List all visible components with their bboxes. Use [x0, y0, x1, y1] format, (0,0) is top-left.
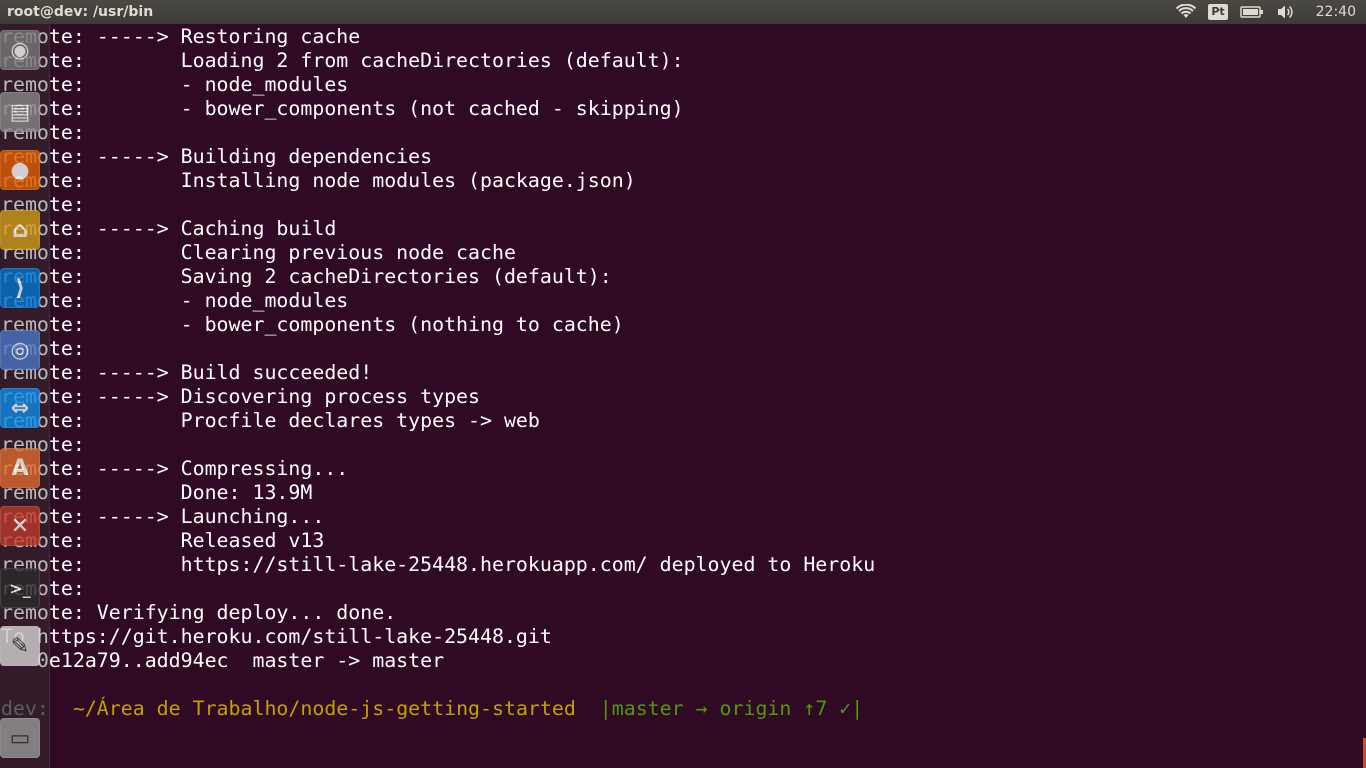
terminal-line: remote: Saving 2 cacheDirectories (defau… — [1, 265, 612, 288]
window-title: root@dev: /usr/bin — [7, 4, 154, 20]
clock[interactable]: 22:40 — [1316, 4, 1356, 20]
prompt-spacer — [49, 697, 73, 720]
files-icon[interactable]: ▤ — [0, 92, 40, 132]
terminal-output[interactable]: remote: -----> Restoring cache remote: Lo… — [1, 25, 875, 721]
prompt-spacer — [576, 697, 600, 720]
wifi-icon[interactable] — [1176, 4, 1197, 20]
terminal-line: remote: -----> Restoring cache — [1, 25, 361, 48]
terminal-line: remote: - bower_components (nothing to c… — [1, 313, 624, 336]
prompt-path: ~/Área de Trabalho/node-js-getting-start… — [72, 697, 576, 720]
terminal-line: remote: — [1, 433, 85, 456]
terminal-line: remote: -----> Launching... — [1, 505, 325, 528]
terminal-line: remote: — [1, 337, 85, 360]
terminal-line: remote: Procfile declares types -> web — [1, 409, 540, 432]
terminal-line: remote: - bower_components (not cached -… — [1, 97, 684, 120]
terminal-line: remote: — [1, 193, 85, 216]
terminal-line: remote: - node_modules — [1, 73, 349, 96]
terminal-line: remote: Verifying deploy... done. — [1, 601, 397, 624]
terminal-line: remote: https://still-lake-25448.herokua… — [1, 553, 876, 576]
top-panel: root@dev: /usr/bin Pt 22:40 — [0, 0, 1366, 24]
system-tray: Pt 22:40 — [1176, 0, 1356, 24]
broom-icon[interactable]: ⌂ — [0, 210, 40, 250]
teamviewer-icon[interactable]: ⇔ — [0, 388, 40, 428]
volume-icon[interactable] — [1276, 4, 1296, 20]
terminal-line: remote: - node_modules — [1, 289, 349, 312]
terminal-line: remote: Installing node modules (package… — [1, 169, 636, 192]
terminal-line: remote: -----> Build succeeded! — [1, 361, 373, 384]
software-center-icon[interactable]: A — [0, 448, 40, 488]
terminal-line: remote: -----> Discovering process types — [1, 385, 481, 408]
terminal-line: remote: -----> Building dependencies — [1, 145, 433, 168]
terminal-line: remote: Released v13 — [1, 529, 325, 552]
terminal-line: remote: -----> Caching build — [1, 217, 337, 240]
firefox-icon[interactable]: ● — [0, 150, 40, 190]
ubuntu-logo-icon[interactable]: ◉ — [0, 30, 40, 70]
chromium-icon[interactable]: ◎ — [0, 330, 40, 370]
terminal-icon[interactable]: >_ — [0, 568, 40, 608]
terminal-line: remote: Clearing previous node cache — [1, 241, 516, 264]
keyboard-layout-indicator[interactable]: Pt — [1208, 4, 1228, 20]
launcher-sidebar: ◉ ▤ ● ⌂ ⟩ ◎ ⇔ A ✕ >_ ✎ ▭ — [0, 24, 50, 768]
terminal-line: remote: — [1, 577, 85, 600]
text-editor-icon[interactable]: ✎ — [0, 626, 40, 666]
terminal-window[interactable]: remote: -----> Restoring cache remote: Lo… — [0, 24, 1366, 768]
terminal-line: remote: -----> Compressing... — [1, 457, 349, 480]
terminal-line: remote: Done: 13.9M — [1, 481, 313, 504]
prompt-git-status: |master → origin ↑7 ✓| — [599, 697, 864, 720]
terminal-line: remote: Loading 2 from cacheDirectories … — [1, 49, 684, 72]
system-settings-icon[interactable]: ✕ — [0, 506, 40, 546]
battery-icon[interactable] — [1239, 5, 1264, 19]
terminal-line: 0e12a79..add94ec master -> master — [1, 649, 445, 672]
trash-icon[interactable]: ▭ — [0, 718, 40, 758]
terminal-line: To https://git.heroku.com/still-lake-254… — [1, 625, 552, 648]
vscode-icon[interactable]: ⟩ — [0, 268, 40, 308]
terminal-line: remote: — [1, 121, 85, 144]
shell-prompt[interactable]: dev: ~/Área de Trabalho/node-js-getting-… — [1, 697, 875, 721]
